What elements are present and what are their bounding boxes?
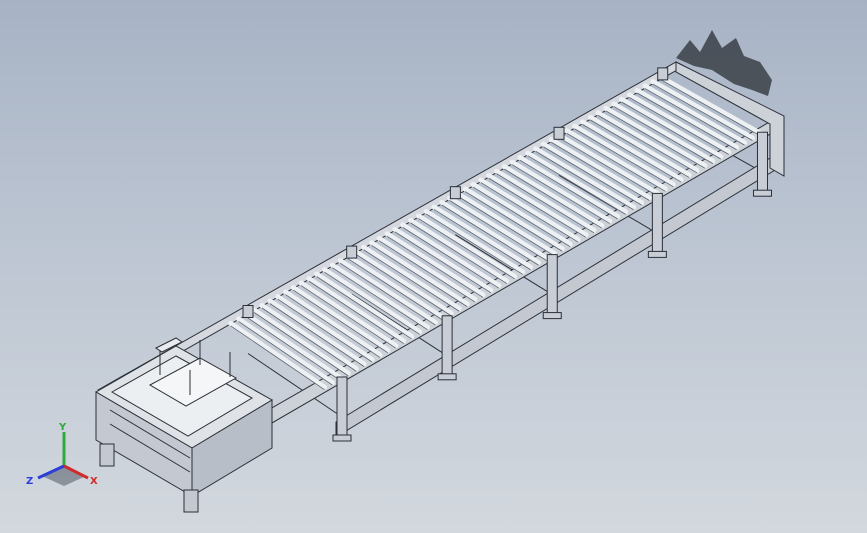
roller-conveyor-model[interactable]	[0, 0, 867, 533]
leg-foot	[437, 373, 457, 381]
rail-bracket	[657, 67, 669, 81]
roller-bed	[228, 74, 763, 391]
leg-foot	[647, 250, 667, 258]
triad-graphic: Y X Z	[26, 422, 98, 487]
support-leg	[441, 315, 453, 377]
rail-bracket	[449, 186, 461, 200]
graphics-viewport[interactable]: Y X Z	[0, 0, 867, 533]
support-leg	[336, 376, 348, 438]
z-axis-label: Z	[26, 476, 33, 487]
rail-bracket	[553, 126, 565, 140]
support-leg	[756, 131, 768, 193]
support-leg	[546, 254, 558, 316]
rail-bracket	[242, 305, 254, 318]
support-leg	[651, 192, 663, 254]
coordinate-triad[interactable]: Y X Z	[22, 418, 106, 496]
leg-foot	[332, 434, 352, 442]
leg-foot	[752, 189, 772, 197]
x-axis-label: X	[90, 476, 98, 487]
y-axis-label: Y	[58, 422, 67, 433]
leg-foot	[542, 312, 562, 320]
transfer-station	[95, 337, 273, 513]
rail-bracket	[346, 245, 358, 259]
